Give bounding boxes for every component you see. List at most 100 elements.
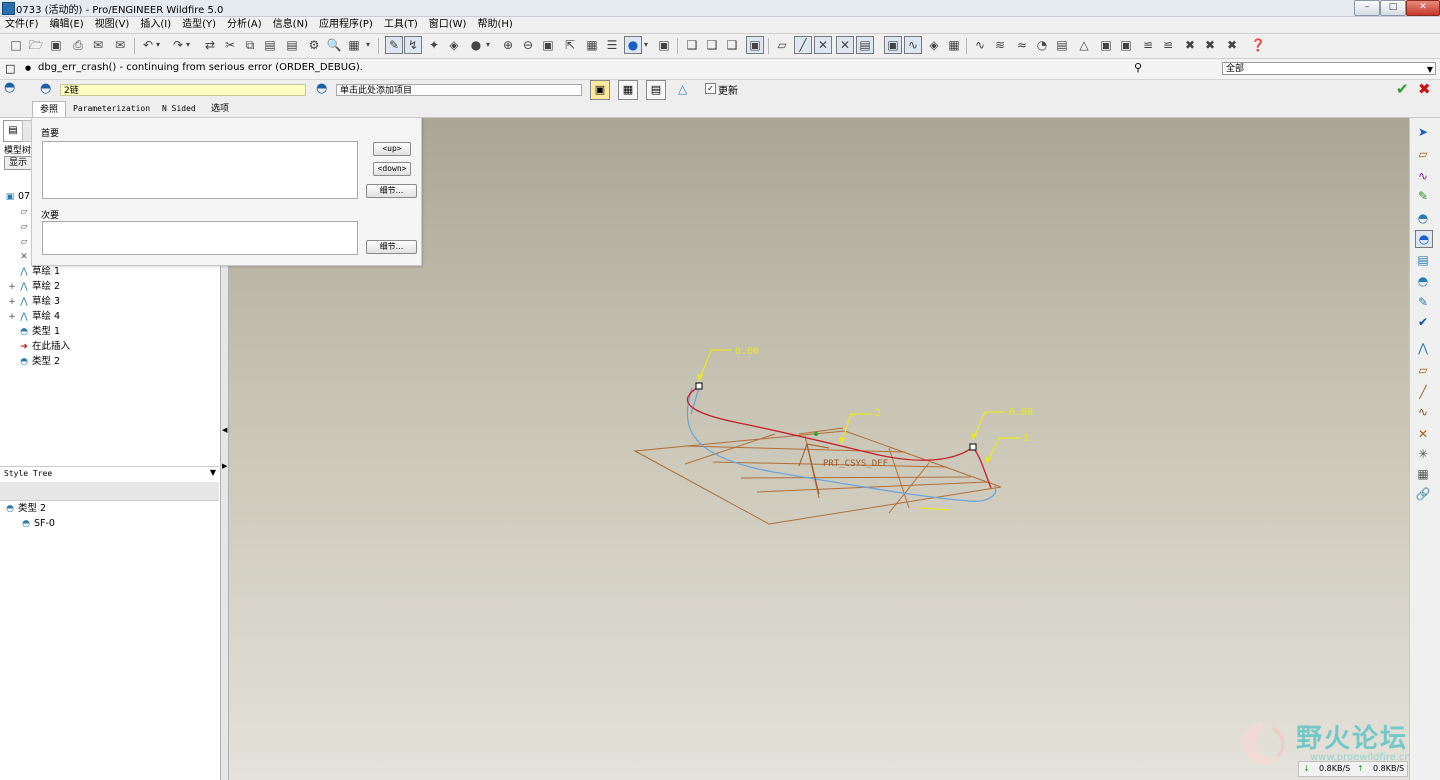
print-icon[interactable]: ⎙ — [70, 37, 86, 53]
tree-item[interactable]: ⋀ 草绘 1 — [8, 264, 60, 279]
cancel-icon[interactable]: ✖ — [1418, 80, 1431, 98]
find-icon[interactable]: 🔍 — [326, 37, 342, 53]
tree-item[interactable]: ◓ 类型 1 — [8, 324, 60, 339]
datum-plane-row[interactable]: ▱ — [18, 234, 32, 249]
offset-icon[interactable]: ≈ — [1014, 37, 1030, 53]
new-icon[interactable]: □ — [8, 37, 24, 53]
surface-icon[interactable]: ◓ — [1415, 210, 1431, 226]
dimension-label[interactable]: 2 — [875, 408, 881, 419]
tree-item[interactable]: + ⋀ 草绘 3 — [8, 294, 60, 309]
expand-icon[interactable]: + — [8, 310, 16, 325]
paste-special-icon[interactable]: ▤ — [284, 37, 300, 53]
axis-tool-icon[interactable]: ╱ — [1415, 384, 1431, 400]
select-arrow-icon[interactable]: ➤ — [1415, 124, 1431, 140]
send-link-icon[interactable]: ✉ — [112, 37, 128, 53]
paste-icon[interactable]: ▤ — [262, 37, 278, 53]
menu-help[interactable]: 帮助(H) — [472, 17, 518, 33]
hidden-line-icon[interactable]: ❑ — [704, 37, 720, 53]
deviation-icon[interactable]: ≌ — [1140, 37, 1156, 53]
shaded-icon[interactable]: ▣ — [746, 36, 764, 54]
surface-edit-icon[interactable]: ✎ — [1415, 294, 1431, 310]
delete-analyses-icon[interactable]: ✖ — [1224, 37, 1240, 53]
tree-item[interactable]: + ⋀ 草绘 2 — [8, 279, 60, 294]
dimension-label[interactable]: 0.00 — [1009, 407, 1033, 418]
dihedral-icon[interactable]: ▣ — [1118, 37, 1134, 53]
connection-icon[interactable]: ≌ — [1160, 37, 1176, 53]
show-button[interactable]: 显示 — [4, 156, 32, 170]
redo-dropdown-icon[interactable]: ▾ — [184, 37, 192, 53]
section-icon[interactable]: ≋ — [992, 37, 1008, 53]
preview-icon[interactable]: △ — [678, 82, 687, 96]
zoom-out-icon[interactable]: ⊖ — [520, 37, 536, 53]
reflection-icon[interactable]: ▤ — [1054, 37, 1070, 53]
reorient-icon[interactable]: ⇱ — [562, 37, 578, 53]
curvature-icon[interactable]: ∿ — [972, 37, 988, 53]
expand-icon[interactable]: + — [8, 295, 16, 310]
csys-tool-icon[interactable]: ✳ — [1415, 446, 1431, 462]
spin-center-icon[interactable]: ✦ — [426, 37, 442, 53]
collapse-right-icon[interactable]: ▶ — [222, 462, 227, 470]
tree-root[interactable]: ▣ 07 — [4, 189, 30, 204]
datum-plane-row[interactable]: ▱ — [18, 219, 32, 234]
shading-dropdown-icon[interactable]: ▾ — [484, 37, 492, 53]
copy-icon[interactable]: ⧉ — [242, 37, 258, 53]
sketch-tool-icon[interactable]: ⋀ — [1415, 340, 1431, 356]
datum-axes-icon[interactable]: ╱ — [794, 36, 812, 54]
layers-icon[interactable]: ☰ — [604, 37, 620, 53]
regenerate-icon[interactable]: ⇄ — [202, 37, 218, 53]
saved-views-icon[interactable]: ▦ — [584, 37, 600, 53]
style-tools-icon[interactable]: ◈ — [926, 37, 942, 53]
no-hidden-icon[interactable]: ❑ — [724, 37, 740, 53]
tree-item[interactable]: ◓ 类型 2 — [8, 354, 60, 369]
cut-icon[interactable]: ✂ — [222, 37, 238, 53]
style-tree-selector[interactable]: Style Tree ▼ — [0, 466, 219, 483]
dimension-label[interactable]: 1 — [1023, 433, 1029, 444]
menu-analysis[interactable]: 分析(A) — [222, 17, 268, 33]
secondary-collector[interactable] — [42, 221, 358, 255]
context-help-icon[interactable]: ❓ — [1250, 37, 1266, 53]
draft-icon[interactable]: △ — [1076, 37, 1092, 53]
surface-connect-icon[interactable]: ▤ — [1415, 252, 1431, 268]
down-button[interactable]: <down> — [373, 162, 411, 176]
tree-item[interactable]: ➜ 在此插入 — [8, 339, 70, 354]
tab-n-sided[interactable]: N Sided — [155, 101, 203, 117]
curve-edit-icon[interactable]: ✎ — [1415, 188, 1431, 204]
wireframe-icon[interactable]: ❑ — [684, 37, 700, 53]
style-tree-item[interactable]: ◓ SF-0 — [20, 516, 55, 531]
refit-icon[interactable]: ▣ — [540, 37, 556, 53]
datum-curve-icon[interactable]: ∿ — [1415, 404, 1431, 420]
model-display-icon[interactable]: ▣ — [656, 37, 672, 53]
tree-item[interactable]: + ⋀ 草绘 4 — [8, 309, 60, 324]
datum-plane-row[interactable]: ▱ — [18, 204, 32, 219]
menu-info[interactable]: 信息(N) — [268, 17, 314, 33]
up-button[interactable]: <up> — [373, 142, 411, 156]
menu-edit[interactable]: 编辑(E) — [45, 17, 90, 33]
datum-points-icon[interactable]: ✕ — [814, 36, 832, 54]
second-direction-collector[interactable]: 单击此处添加项目 — [336, 84, 582, 96]
delete-all-icon[interactable]: ✖ — [1202, 37, 1218, 53]
appearance-icon[interactable]: ● — [624, 36, 642, 54]
surface-trim-icon[interactable]: ◓ — [1415, 273, 1431, 289]
close-button[interactable]: ✕ — [1406, 0, 1440, 16]
preview-option-icon[interactable]: ▤ — [646, 80, 666, 100]
datum-display-icon[interactable]: ✎ — [385, 36, 403, 54]
first-direction-icon[interactable]: ◓ — [40, 81, 56, 97]
csys-icon[interactable]: ✕ — [836, 36, 854, 54]
style-tree-root[interactable]: ◓ 类型 2 — [4, 501, 46, 516]
dimension-label[interactable]: 0.00 — [735, 346, 759, 357]
menu-view[interactable]: 视图(V) — [90, 17, 136, 33]
datum-planes-icon[interactable]: ▱ — [774, 37, 790, 53]
analysis-tool-icon[interactable]: ▦ — [1415, 466, 1431, 482]
grid-icon[interactable]: ▦ — [946, 37, 962, 53]
select-box-icon[interactable]: ▦ — [346, 37, 362, 53]
appearance-dropdown-icon[interactable]: ▾ — [642, 37, 650, 53]
tab-references[interactable]: 参照 — [32, 101, 67, 118]
collapse-left-icon[interactable]: ◀ — [222, 426, 227, 434]
maximize-button[interactable]: □ — [1380, 0, 1406, 16]
curve-display-icon[interactable]: ↯ — [404, 36, 422, 54]
menu-file[interactable]: 文件(F) — [0, 17, 45, 33]
primary-detail-button[interactable]: 细节... — [366, 184, 417, 198]
datum-point-icon[interactable]: ✕ — [1415, 426, 1431, 442]
shading-icon[interactable]: ● — [468, 37, 484, 53]
first-direction-collector[interactable]: 2链 — [60, 84, 306, 96]
